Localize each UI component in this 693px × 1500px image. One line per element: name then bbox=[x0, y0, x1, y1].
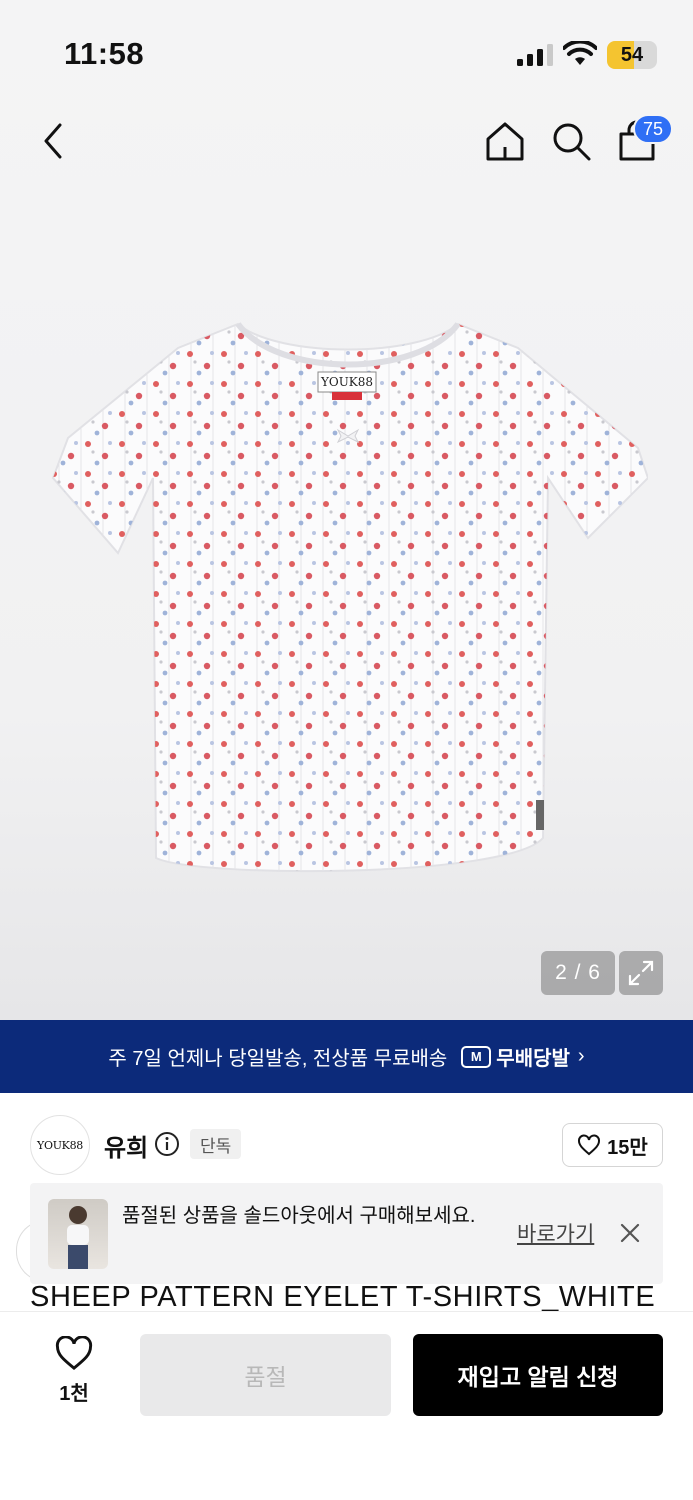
shipping-banner[interactable]: 주 7일 언제나 당일발송, 전상품 무료배송 M 무배당발 › bbox=[0, 1020, 693, 1093]
brand-like-count: 15만 bbox=[607, 1136, 648, 1159]
close-icon[interactable] bbox=[618, 1221, 642, 1245]
battery-indicator: 54 bbox=[607, 41, 657, 69]
top-navigation bbox=[0, 105, 693, 177]
chevron-right-icon: › bbox=[577, 1045, 585, 1067]
signal-icon bbox=[517, 44, 553, 66]
expand-image-button[interactable] bbox=[619, 951, 663, 995]
restock-alert-button[interactable]: 재입고 알림 신청 bbox=[413, 1334, 663, 1416]
brand-logo[interactable]: YOUK88 bbox=[30, 1115, 90, 1175]
back-arrow-icon[interactable] bbox=[34, 121, 74, 161]
brand-name[interactable]: 유희 bbox=[104, 1128, 148, 1163]
shipping-banner-text: 주 7일 언제나 당일발송, 전상품 무료배송 bbox=[108, 1048, 448, 1070]
heart-icon bbox=[55, 1336, 93, 1370]
exclusive-badge: 단독 bbox=[190, 1129, 242, 1159]
soldout-button: 품절 bbox=[140, 1334, 391, 1416]
truck-icon: M bbox=[461, 1045, 492, 1068]
cart-count-badge: 75 bbox=[633, 114, 673, 144]
status-bar: 11:58 54 bbox=[0, 0, 693, 100]
bottom-action-bar: 1천 품절 재입고 알림 신청 bbox=[0, 1311, 693, 1500]
garment-brand-label: YOUK88 bbox=[320, 375, 373, 389]
expand-icon bbox=[628, 960, 654, 986]
product-title: SHEEP PATTERN EYELET T-SHIRTS_WHITE bbox=[30, 1281, 656, 1313]
image-page-indicator: 2 / 6 bbox=[541, 951, 615, 995]
wishlist-button[interactable]: 1천 bbox=[44, 1336, 104, 1406]
info-icon[interactable] bbox=[154, 1131, 180, 1157]
heart-icon bbox=[578, 1134, 601, 1156]
home-icon[interactable] bbox=[484, 119, 526, 163]
product-image[interactable]: YOUK88 bbox=[48, 318, 648, 898]
wishlist-count: 1천 bbox=[59, 1383, 89, 1405]
brand-like-button[interactable]: 15만 bbox=[562, 1123, 663, 1167]
status-time: 11:58 bbox=[64, 36, 145, 71]
shipping-service-name: 무배당발 bbox=[496, 1048, 570, 1070]
brand-row: YOUK88 유희 단독 15만 bbox=[0, 1110, 693, 1180]
soldout-notice-text: 품절된 상품을 솔드아웃에서 구매해보세요. bbox=[122, 1205, 476, 1227]
wifi-icon bbox=[563, 41, 597, 65]
soldout-product-thumbnail bbox=[48, 1199, 108, 1269]
soldout-notice-card: 품절된 상품을 솔드아웃에서 구매해보세요. 바로가기 bbox=[30, 1183, 663, 1284]
soldout-go-link[interactable]: 바로가기 bbox=[517, 1218, 594, 1248]
search-icon[interactable] bbox=[550, 119, 592, 163]
shipping-service-logo: M 무배당발 bbox=[461, 1042, 570, 1071]
